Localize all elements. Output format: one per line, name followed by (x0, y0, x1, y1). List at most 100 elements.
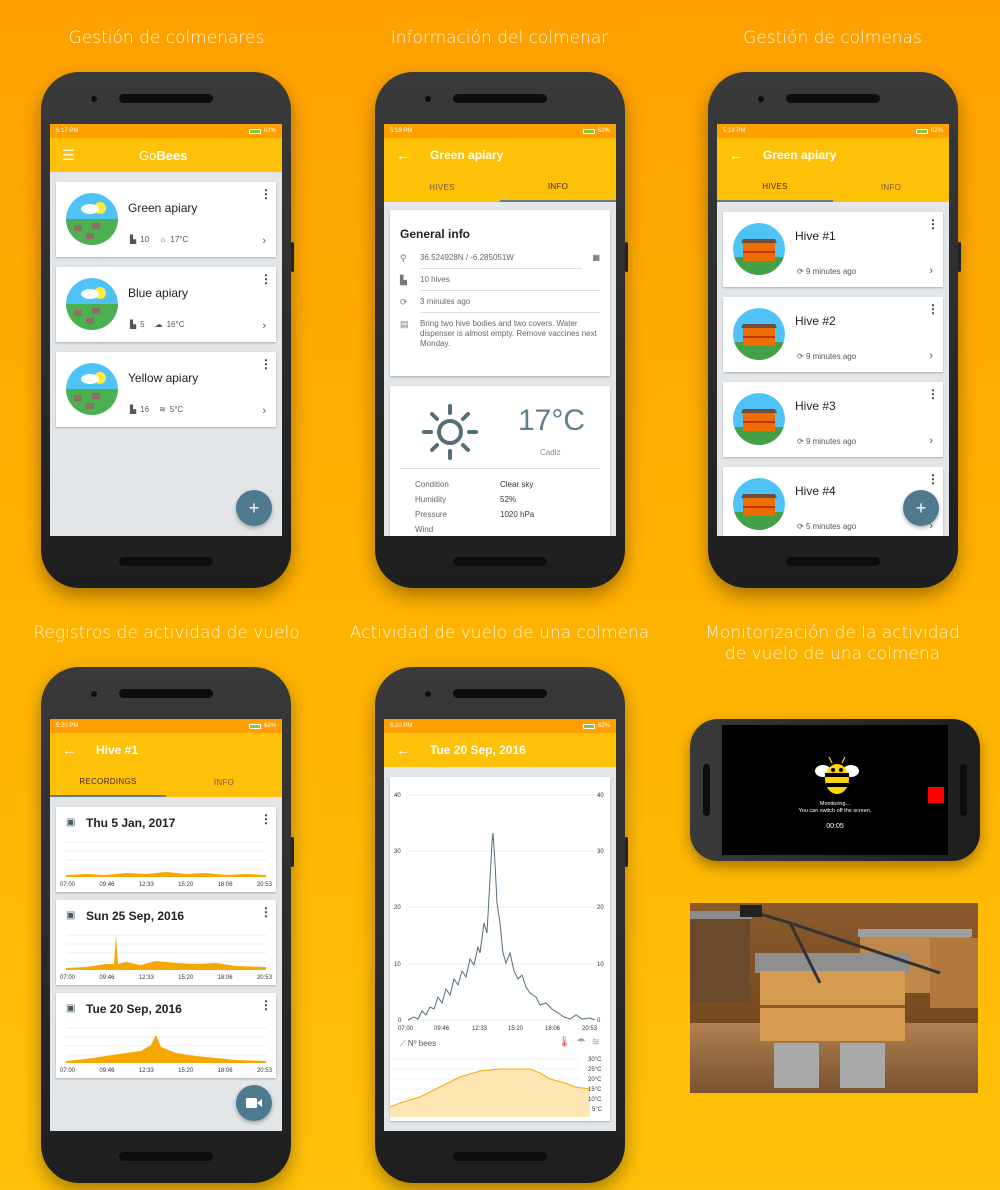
more-icon[interactable]: ⋮ (260, 906, 272, 918)
status-bar: 5:20 PM 62% (50, 719, 282, 733)
location-value: 36.524928N / -6.285051W (420, 253, 582, 269)
camera-dot (425, 96, 431, 102)
side-button (625, 837, 628, 867)
hive-avatar (733, 308, 785, 360)
back-arrow-icon[interactable]: ← (62, 742, 76, 758)
recording-card[interactable]: ▣ Tue 20 Sep, 2016 ⋮ 07:00 09:46 12:33 15:2… (56, 993, 276, 1078)
x-tick: 15:20 (508, 1026, 524, 1032)
hive-card[interactable]: Hive #2 ⋮ ⟳ 9 minutes ago › (723, 297, 943, 372)
bottom-grille (786, 557, 880, 566)
tab-recordings[interactable]: RECORDINGS (50, 767, 166, 797)
battery-level: 62% (597, 723, 610, 729)
battery-level: 62% (263, 723, 276, 729)
hive-avatar (733, 478, 785, 530)
battery: 61% (248, 128, 276, 134)
tab-info[interactable]: INFO (500, 172, 616, 202)
temp-tick: 25°C (588, 1067, 602, 1073)
wind-icon[interactable]: ≋ (592, 1037, 600, 1048)
x-tick: 18:06 (545, 1026, 561, 1032)
hive-card[interactable]: Hive #3 ⋮ ⟳ 9 minutes ago › (723, 382, 943, 457)
battery-icon (582, 723, 595, 729)
sun-icon: ☼ (159, 235, 167, 244)
more-icon[interactable]: ⋮ (927, 218, 939, 230)
chart-toggle-icons: 🌡︎ ☂ ≋ (558, 1037, 600, 1048)
phone-apiary-info: 5:19 PM 62% ← Green apiary HIVES INFO Ge… (375, 72, 628, 588)
tick: 09:46 (99, 975, 115, 981)
apiary-card[interactable]: Green apiary ⋮ ▙ 10 ☼ 17°C › (56, 182, 276, 257)
status-bar: 5:17 PM 61% (50, 124, 282, 138)
more-icon[interactable]: ⋮ (260, 999, 272, 1011)
battery-level: 62% (930, 128, 943, 134)
chevron-right-icon[interactable]: › (262, 320, 266, 332)
video-camera-icon (246, 1098, 262, 1108)
tab-info[interactable]: INFO (166, 767, 282, 797)
record-button[interactable] (236, 1085, 272, 1121)
chevron-right-icon[interactable]: › (929, 350, 933, 362)
fog-icon: ≋ (159, 405, 166, 414)
chevron-right-icon[interactable]: › (929, 435, 933, 447)
temp-tick: 5°C (592, 1107, 603, 1113)
more-icon[interactable]: ⋮ (927, 303, 939, 315)
chart-card: 40 30 20 10 0 40 30 20 10 0 07:00 09:46 … (390, 777, 610, 1121)
caption-apiary-info: Información del colmenar (390, 28, 609, 48)
stop-button[interactable] (928, 787, 944, 803)
phone-apiaries: 5:17 PM 61% ☰ GoBees Green apiary ⋮ ▙ 10 ☼… (41, 72, 294, 588)
weather-key: Humidity (415, 495, 447, 504)
camera-dot (91, 691, 97, 697)
recording-axis: 07:00 09:46 12:33 15:20 18:06 20:53 (60, 975, 272, 981)
add-apiary-button[interactable]: + (236, 490, 272, 526)
hive-name: Hive #3 (795, 399, 836, 413)
more-icon[interactable]: ⋮ (260, 813, 272, 825)
chevron-right-icon[interactable]: › (262, 235, 266, 247)
camera-dot (425, 691, 431, 697)
notes-row: ▤ Bring two hive bodies and two covers. … (390, 319, 610, 349)
chevron-right-icon[interactable]: › (929, 265, 933, 277)
status-time: 5:20 PM (390, 723, 413, 729)
tick: 18:06 (217, 1068, 233, 1074)
apiary-card[interactable]: Blue apiary ⋮ ▙ 5 ☁ 16°C › (56, 267, 276, 342)
recording-card[interactable]: ▣ Sun 25 Sep, 2016 ⋮ 07:00 09:46 12:33 15:2… (56, 900, 276, 985)
hive-name: Hive #1 (795, 229, 836, 243)
more-icon[interactable]: ⋮ (927, 388, 939, 400)
side-button (291, 242, 294, 272)
status-time: 5:18 PM (723, 128, 746, 134)
more-icon[interactable]: ⋮ (260, 188, 272, 200)
more-icon[interactable]: ⋮ (260, 273, 272, 285)
weather-row: Pressure 1020 hPa (415, 510, 534, 525)
map-icon[interactable]: ▦ (582, 253, 600, 262)
more-icon[interactable]: ⋮ (927, 473, 939, 485)
location-row[interactable]: ⚲ 36.524928N / -6.285051W ▦ (390, 253, 610, 269)
monitoring-screen: Monitoring... You can switch off the scr… (722, 725, 948, 855)
add-hive-button[interactable]: + (903, 490, 939, 526)
calendar-icon: ▣ (66, 817, 76, 828)
y-tick-right: 0 (597, 1018, 601, 1024)
y-tick: 20 (394, 905, 401, 911)
tab-info[interactable]: INFO (833, 172, 949, 202)
screen: 5:19 PM 62% ← Green apiary HIVES INFO Ge… (384, 124, 616, 536)
beehive-photo (690, 903, 978, 1093)
app-bar: ← Green apiary HIVES INFO (384, 138, 616, 202)
apiary-card[interactable]: Yellow apiary ⋮ ▙ 16 ≋ 5°C › (56, 352, 276, 427)
caption-hive-flight-activity: Actividad de vuelo de una colmena (349, 623, 650, 643)
weather-value: 1020 hPa (500, 510, 535, 519)
back-arrow-icon[interactable]: ← (729, 147, 743, 163)
x-tick: 09:46 (434, 1026, 450, 1032)
tab-hives[interactable]: HIVES (717, 172, 833, 202)
y-tick: 0 (398, 1018, 402, 1024)
hive-name: Hive #4 (795, 484, 836, 498)
temp-tick: 10°C (588, 1097, 602, 1103)
tab-hives[interactable]: HIVES (384, 172, 500, 202)
hive-card[interactable]: Hive #1 ⋮ ⟳ 9 minutes ago › (723, 212, 943, 287)
recording-sparkline (66, 934, 266, 970)
app-title: GoBees (139, 148, 187, 163)
apiary-name: Green apiary (128, 201, 198, 215)
status-bar: 5:20 PM 62% (384, 719, 616, 733)
recording-card[interactable]: ▣ Thu 5 Jan, 2017 ⋮ 07:00 09:46 12:33 15:20… (56, 807, 276, 892)
more-icon[interactable]: ⋮ (260, 358, 272, 370)
back-arrow-icon[interactable]: ← (396, 742, 410, 758)
back-arrow-icon[interactable]: ← (396, 147, 410, 163)
thermometer-icon[interactable]: 🌡︎ (558, 1037, 571, 1048)
rain-icon[interactable]: ☂ (577, 1037, 586, 1048)
menu-icon[interactable]: ☰ (62, 147, 76, 164)
chevron-right-icon[interactable]: › (262, 405, 266, 417)
